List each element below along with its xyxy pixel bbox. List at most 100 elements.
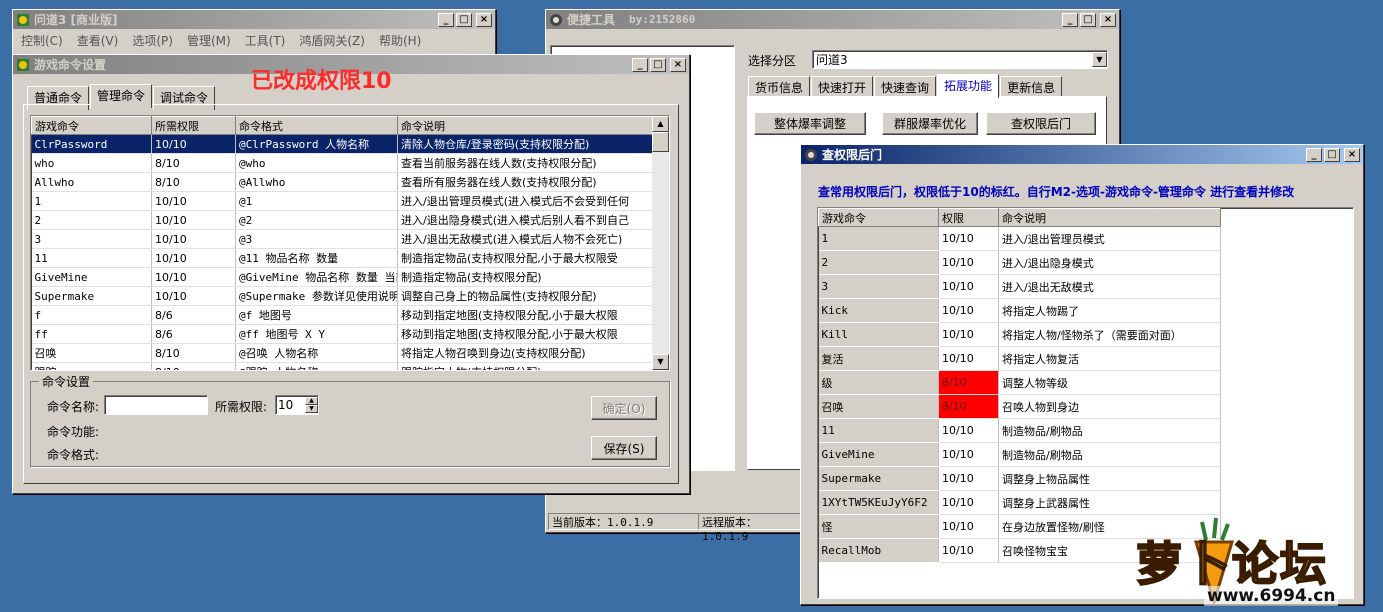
table-cell-desc: 进入/退出管理员模式: [998, 226, 1221, 251]
table-row[interactable]: GiveMine 10/10 制造物品/刷物品: [818, 442, 1221, 467]
table-cell-cmd: 11: [818, 418, 939, 443]
table-cell-fmt: @Allwho: [235, 172, 398, 192]
tools-author: by:2152860: [629, 13, 696, 26]
tools-action-button[interactable]: 群服爆率优化: [882, 112, 978, 135]
tools-titlebar[interactable]: 便捷工具 by:2152860 _ □ ×: [546, 10, 1119, 29]
table-row[interactable]: 1 10/10 进入/退出管理员模式: [818, 226, 1221, 251]
perm-value: 10: [278, 398, 294, 412]
maximize-button[interactable]: □: [1324, 147, 1340, 162]
table-row[interactable]: Allwho 8/10 @Allwho 查看所有服务器在线人数(支持权限分配): [31, 172, 654, 192]
maximize-button[interactable]: □: [650, 57, 666, 72]
table-row[interactable]: Supermake 10/10 @Supermake 参数详见使用说明 调整自己身上的…: [31, 286, 654, 306]
table-cell-perm: 8/6: [151, 324, 236, 344]
table-row[interactable]: 召唤 8/10 @召唤 人物名称 将指定人物召唤到身边(支持权限分配): [31, 343, 654, 363]
table-row[interactable]: ClrPassword 10/10 @ClrPassword 人物名称 清除人物仓库/…: [31, 134, 654, 154]
table-row[interactable]: 复活 10/10 将指定人物复活: [818, 346, 1221, 371]
table-cell-cmd: 11: [31, 248, 152, 268]
column-header[interactable]: 所需权限: [151, 116, 236, 135]
scroll-up-button[interactable]: ▲: [652, 116, 669, 132]
tools-logo-icon: [549, 13, 563, 27]
maximize-button[interactable]: □: [1080, 12, 1096, 27]
table-row[interactable]: 跟踪8/10@跟踪 人物名称跟踪指定人物(支持权限分配): [31, 362, 654, 370]
menu-item[interactable]: 控制(C): [21, 32, 63, 49]
column-header[interactable]: 游戏命令: [818, 208, 939, 227]
tools-tab[interactable]: 拓展功能: [937, 74, 1000, 98]
confirm-button[interactable]: 确定(O): [591, 396, 657, 420]
chevron-down-icon[interactable]: ▼: [1092, 52, 1107, 67]
tools-action-button[interactable]: 整体爆率调整: [754, 112, 866, 135]
vertical-scrollbar[interactable]: ▲ ▼: [652, 116, 669, 370]
backdoor-header-row: 游戏命令 权限 命令说明: [818, 208, 1221, 227]
column-header[interactable]: 命令说明: [397, 116, 654, 135]
table-cell-cmd: Allwho: [31, 172, 152, 192]
menu-item[interactable]: 鸿盾网关(Z): [299, 32, 365, 49]
stepper-down-button[interactable]: ▼: [305, 405, 318, 413]
close-button[interactable]: ×: [670, 57, 686, 72]
minimize-button[interactable]: _: [632, 57, 648, 72]
table-row[interactable]: 2 10/10 进入/退出隐身模式: [818, 250, 1221, 275]
backdoor-titlebar[interactable]: 查权限后门 _ □ ×: [801, 145, 1363, 164]
table-cell-perm: 10/10: [151, 134, 236, 154]
minimize-button[interactable]: _: [438, 12, 454, 27]
close-button[interactable]: ×: [476, 12, 492, 27]
table-cell-desc: 将指定人物踢了: [998, 298, 1221, 323]
table-cell-perm: 10/10: [938, 490, 999, 515]
table-row[interactable]: 11 10/10 制造物品/刷物品: [818, 418, 1221, 443]
column-header[interactable]: 命令格式: [235, 116, 398, 135]
table-row[interactable]: ff 8/6 @ff 地图号 X Y 移动到指定地图(支持权限分配,小于最大权限: [31, 324, 654, 344]
table-row[interactable]: GiveMine 10/10 @GiveMine 物品名称 数量 当前 制造指定物品(…: [31, 267, 654, 287]
table-row[interactable]: 11 10/10 @11 物品名称 数量 制造指定物品(支持权限分配,小于最大权限受: [31, 248, 654, 268]
menu-item[interactable]: 查看(V): [77, 32, 119, 49]
table-row[interactable]: Kick 10/10 将指定人物踢了: [818, 298, 1221, 323]
tools-action-button[interactable]: 查权限后门: [986, 112, 1096, 135]
table-cell-perm: 10/10: [938, 226, 999, 251]
table-row[interactable]: 2 10/10 @2 进入/退出隐身模式(进入模式后别人看不到自己: [31, 210, 654, 230]
scroll-thumb[interactable]: [652, 132, 669, 152]
table-cell-cmd: 3: [818, 274, 939, 299]
minimize-button[interactable]: _: [1306, 147, 1322, 162]
menu-item[interactable]: 帮助(H): [379, 32, 421, 49]
command-table[interactable]: 游戏命令 所需权限 命令格式 命令说明 ClrPassword 10/10 @ClrPas…: [30, 115, 670, 371]
partition-select[interactable]: 问道3 ▼: [812, 50, 1108, 69]
table-cell-perm: 10/10: [938, 322, 999, 347]
menu-item[interactable]: 管理(M): [187, 32, 231, 49]
close-button[interactable]: ×: [1344, 147, 1360, 162]
column-header[interactable]: 游戏命令: [31, 116, 152, 135]
table-row[interactable]: 3 10/10 进入/退出无敌模式: [818, 274, 1221, 299]
table-row[interactable]: 级 8/10 调整人物等级: [818, 370, 1221, 395]
table-row[interactable]: 召唤 8/10 召唤人物到身边: [818, 394, 1221, 419]
save-button[interactable]: 保存(S): [591, 436, 657, 460]
table-cell-fmt: @who: [235, 153, 398, 173]
menu-item[interactable]: 工具(T): [245, 32, 286, 49]
minimize-button[interactable]: _: [1062, 12, 1078, 27]
minimize-icon: _: [1067, 13, 1073, 25]
app-logo-icon: [16, 13, 30, 27]
table-cell-desc: 进入/退出隐身模式: [998, 250, 1221, 275]
table-row[interactable]: Supermake 10/10 调整身上物品属性: [818, 466, 1221, 491]
close-button[interactable]: ×: [1100, 12, 1116, 27]
table-cell-fmt: @ff 地图号 X Y: [235, 324, 398, 344]
perm-stepper[interactable]: 10 ▲ ▼: [275, 395, 319, 415]
app-logo-icon: [16, 58, 30, 72]
table-row[interactable]: Kill 10/10 将指定人物/怪物杀了（需要面对面）: [818, 322, 1221, 347]
group-title: 命令设置: [39, 373, 94, 390]
command-format-label: 命令格式:: [47, 448, 100, 462]
main-app-titlebar[interactable]: 问道3 [商业版] _ □ ×: [13, 10, 495, 29]
command-name-input[interactable]: [104, 395, 208, 415]
maximize-button[interactable]: □: [456, 12, 472, 27]
close-icon: ×: [1103, 13, 1113, 25]
table-cell-cmd: 2: [31, 210, 152, 230]
table-row[interactable]: 1XYtTW5KEuJyY6F2 10/10 调整身上武器属性: [818, 490, 1221, 515]
column-header[interactable]: 命令说明: [998, 208, 1221, 227]
table-row[interactable]: who 8/10 @who 查看当前服务器在线人数(支持权限分配): [31, 153, 654, 173]
table-row[interactable]: 1 10/10 @1 进入/退出管理员模式(进入模式后不会受到任何: [31, 191, 654, 211]
column-header[interactable]: 权限: [938, 208, 999, 227]
table-row[interactable]: f 8/6 @f 地图号 移动到指定地图(支持权限分配,小于最大权限: [31, 305, 654, 325]
table-cell-fmt: @1: [235, 191, 398, 211]
table-row[interactable]: 3 10/10 @3 进入/退出无敌模式(进入模式后人物不会死亡): [31, 229, 654, 249]
command-tab[interactable]: 管理命令: [90, 84, 153, 108]
menu-item[interactable]: 选项(P): [132, 32, 173, 49]
scroll-down-button[interactable]: ▼: [652, 354, 669, 370]
table-cell-desc: 进入/退出无敌模式(进入模式后人物不会死亡): [397, 229, 654, 249]
tools-title: 便捷工具: [567, 13, 616, 27]
